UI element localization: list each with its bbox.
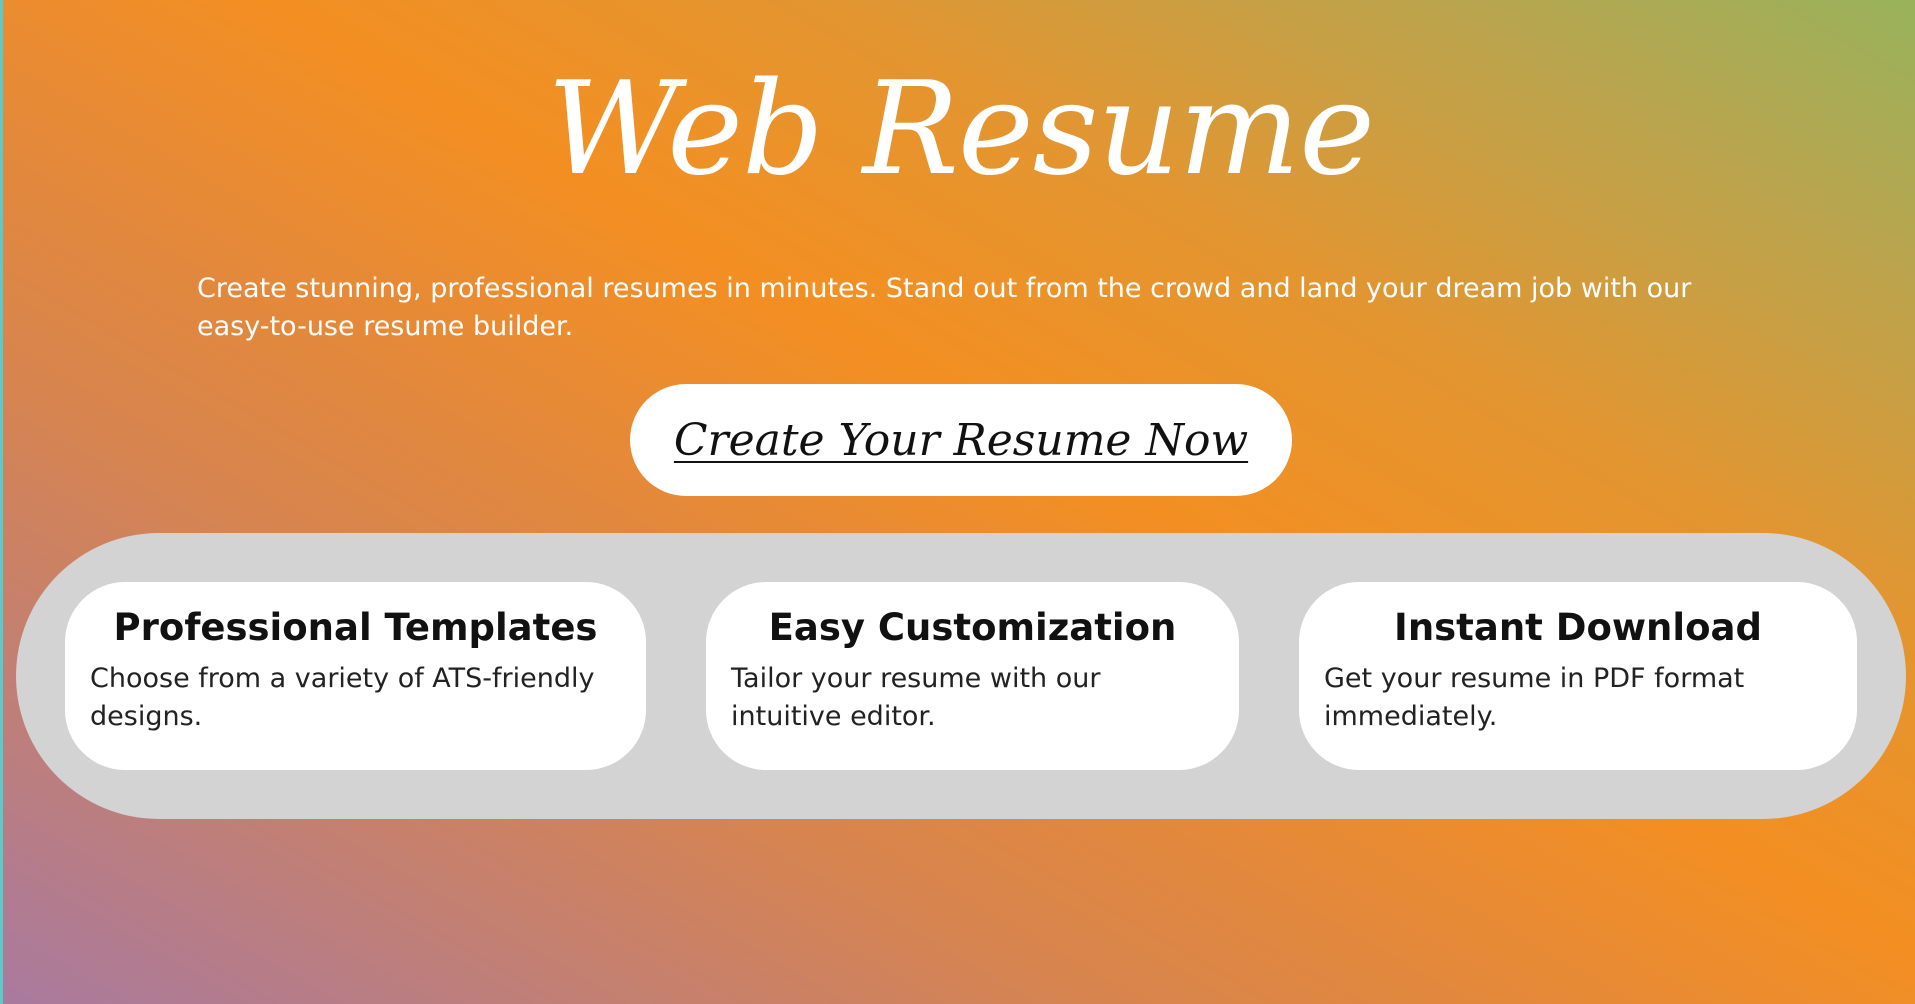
feature-title: Instant Download	[1394, 606, 1762, 649]
feature-description: Get your resume in PDF format immediatel…	[1324, 663, 1745, 732]
feature-description: Tailor your resume with our intuitive ed…	[731, 663, 1101, 732]
feature-description: Choose from a variety of ATS-friendly de…	[90, 663, 595, 732]
feature-card-professional-templates: Professional Templates Choose from a var…	[65, 582, 646, 770]
hero-subtitle: Create stunning, professional resumes in…	[197, 273, 1692, 342]
features-panel: Professional Templates Choose from a var…	[16, 533, 1906, 819]
feature-title: Easy Customization	[768, 606, 1177, 649]
page-title: Web Resume	[547, 55, 1375, 204]
feature-card-easy-customization: Easy Customization Tailor your resume wi…	[706, 582, 1239, 770]
feature-title: Professional Templates	[113, 606, 598, 649]
feature-card-instant-download: Instant Download Get your resume in PDF …	[1299, 582, 1857, 770]
page-background: Web Resume Create stunning, professional…	[0, 0, 1915, 1004]
create-resume-button[interactable]: Create Your Resume Now	[630, 384, 1292, 496]
